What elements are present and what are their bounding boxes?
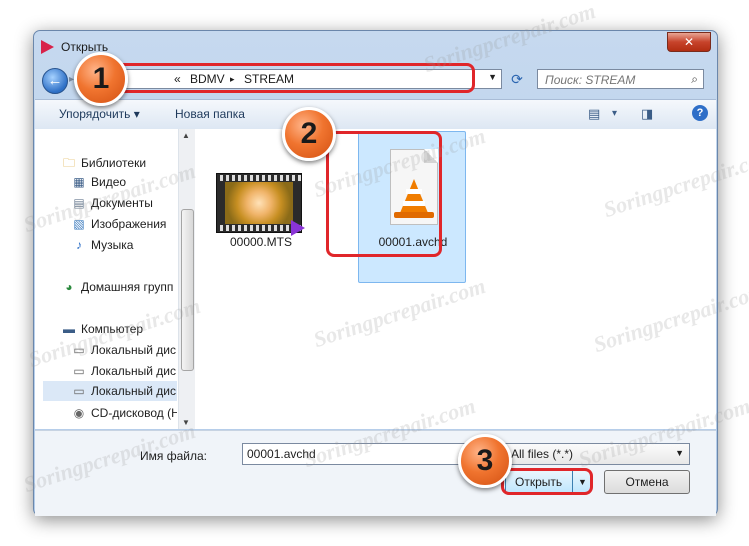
callout-frame-open: [501, 468, 593, 495]
homegroup-icon: ◕: [65, 280, 73, 294]
sidebar-item-label: Домашняя групп: [81, 280, 174, 294]
folder-icon: 🗀: [62, 156, 75, 170]
preview-pane-icon[interactable]: ◨: [641, 106, 653, 122]
disk-icon: ▭: [73, 364, 85, 378]
scroll-down-icon[interactable]: ▼: [182, 418, 190, 427]
film-strip-top: [217, 175, 301, 181]
sidebar-item-label: Музыка: [91, 238, 134, 252]
sidebar-item-label: Видео: [91, 175, 127, 189]
sidebar-item-documents[interactable]: ▤ Документы: [71, 196, 177, 210]
search-input[interactable]: [543, 72, 687, 88]
sidebar-item-local-disk-3[interactable]: ▭ Локальный дис: [43, 381, 177, 401]
filetype-value: All files (*.*): [511, 447, 574, 461]
callout-number-3: 3: [458, 434, 512, 488]
sidebar-item-music[interactable]: ♪ Музыка: [71, 238, 177, 252]
scrollbar-thumb[interactable]: [181, 209, 194, 371]
sidebar-item-cd-drive[interactable]: ◉ CD-дисковод (H: [71, 406, 177, 420]
file-name-00000-mts[interactable]: 00000.MTS: [216, 235, 306, 249]
back-button[interactable]: ←: [42, 68, 68, 94]
filename-label: Имя файла:: [140, 449, 207, 463]
sidebar-scrollbar[interactable]: ▲ ▼: [178, 129, 195, 429]
callout-frame-file: [326, 131, 442, 257]
close-icon: ✕: [683, 35, 695, 49]
computer-icon: ▬: [63, 322, 75, 336]
disk-icon: ▭: [73, 343, 85, 357]
sidebar-item-computer[interactable]: ▬ Компьютер: [61, 322, 177, 336]
view-menu-icon[interactable]: ▾: [612, 108, 617, 119]
command-bar: Упорядочить ▾ Новая папка ▤ ▾ ◨ ?: [35, 99, 716, 130]
help-icon[interactable]: ?: [692, 105, 708, 121]
sidebar-item-label: Локальный дис: [91, 384, 176, 398]
close-button[interactable]: ✕: [667, 32, 711, 52]
chevron-down-icon: ▼: [675, 448, 684, 458]
callout-number-1: 1: [74, 52, 128, 106]
sidebar-item-local-disk-1[interactable]: ▭ Локальный дис: [71, 343, 177, 357]
cd-drive-icon: ◉: [73, 406, 85, 420]
file-item-00000-mts[interactable]: [216, 173, 305, 236]
video-icon: ▦: [73, 175, 85, 189]
view-icon[interactable]: ▤: [588, 106, 600, 122]
sidebar-item-label: Библиотеки: [81, 156, 147, 170]
callout-frame-address: [97, 63, 475, 93]
scroll-up-icon[interactable]: ▲: [182, 131, 190, 140]
sidebar-item-label: Локальный дис: [91, 364, 176, 378]
refresh-button[interactable]: ⟳: [507, 69, 527, 89]
refresh-icon: ⟳: [511, 71, 523, 87]
film-strip-bottom: [217, 225, 301, 231]
sidebar-item-label: Документы: [91, 196, 153, 210]
address-dropdown-icon[interactable]: ▼: [488, 72, 497, 82]
sidebar-item-label: CD-дисковод (H: [91, 406, 177, 420]
sidebar-item-libraries[interactable]: 🗀 Библиотеки: [61, 154, 177, 175]
cancel-button[interactable]: Отмена: [604, 470, 690, 494]
disk-icon: ▭: [73, 384, 85, 398]
app-logo-icon: [41, 40, 54, 54]
new-folder-button[interactable]: Новая папка: [175, 107, 245, 121]
sidebar-item-homegroup[interactable]: ◕ Домашняя групп: [61, 280, 177, 294]
search-box[interactable]: ⌕: [537, 69, 704, 89]
music-icon: ♪: [76, 238, 82, 252]
sidebar-item-label: Компьютер: [81, 322, 144, 336]
organize-button[interactable]: Упорядочить ▾: [59, 107, 140, 121]
sidebar-item-label: Локальный дис: [91, 343, 176, 357]
callout-number-2: 2: [282, 107, 336, 161]
documents-icon: ▤: [73, 196, 85, 210]
sidebar-item-pictures[interactable]: ▧ Изображения: [71, 217, 177, 231]
media-player-badge-icon: [291, 220, 305, 236]
back-arrow-icon: ←: [47, 72, 63, 89]
pictures-icon: ▧: [73, 217, 85, 231]
sidebar-item-local-disk-2[interactable]: ▭ Локальный дис: [71, 364, 177, 378]
sidebar-item-label: Изображения: [91, 217, 167, 231]
search-icon[interactable]: ⌕: [691, 72, 698, 87]
filetype-select[interactable]: All files (*.*) ▼: [504, 443, 690, 465]
sidebar-item-video[interactable]: ▦ Видео: [71, 175, 177, 189]
navigation-pane: 🗀 Библиотеки ▦ Видео ▤ Документы ▧ Изображен…: [35, 129, 179, 429]
video-thumbnail-icon: [225, 182, 293, 224]
